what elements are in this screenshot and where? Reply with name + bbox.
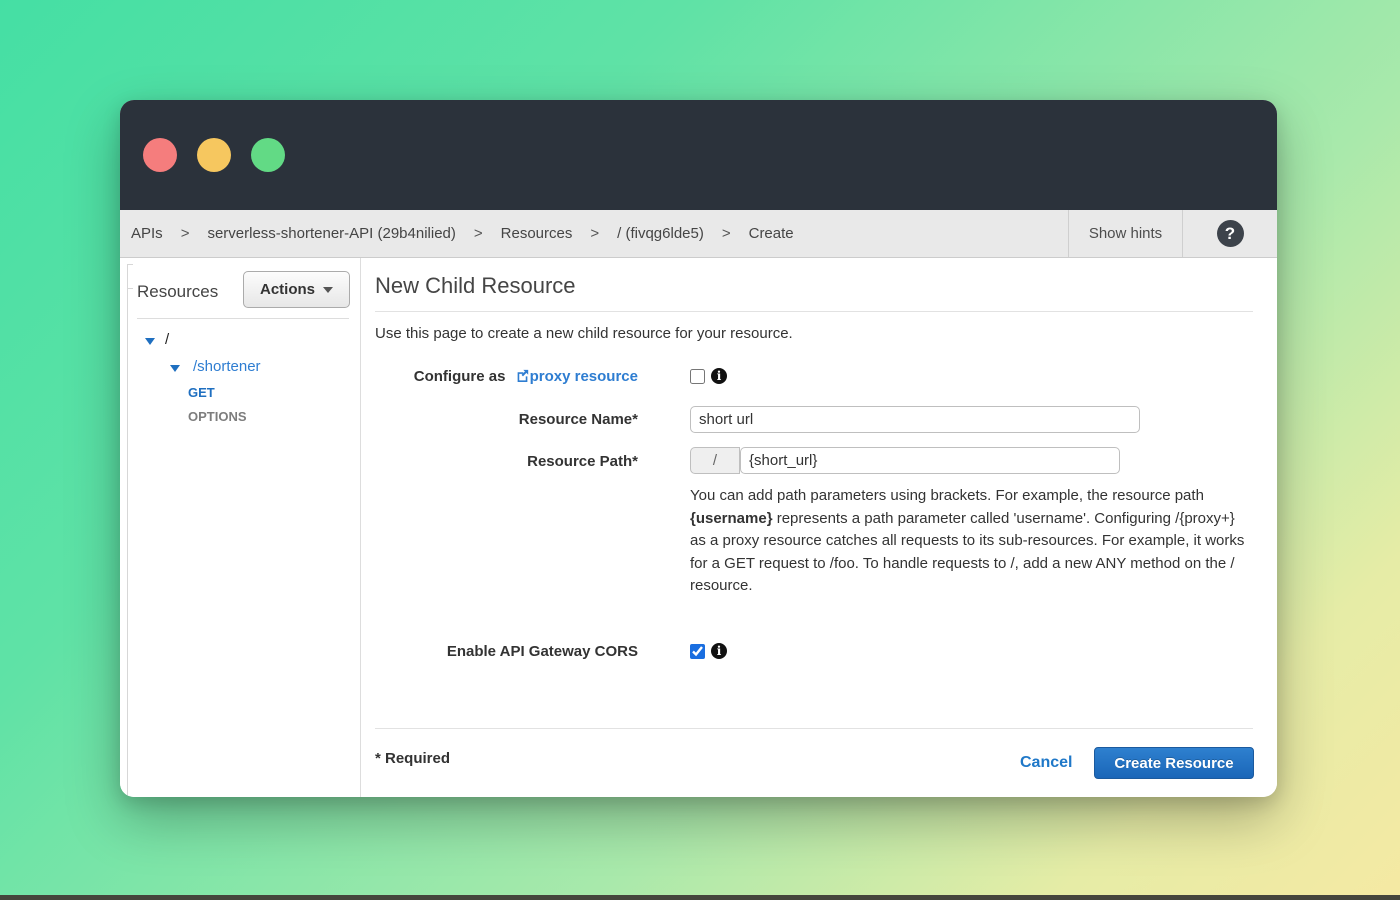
path-help-part1: You can add path parameters using bracke… (690, 487, 1204, 504)
new-child-resource-pane: New Child Resource Use this page to crea… (361, 258, 1277, 797)
traffic-lights (143, 138, 285, 172)
proxy-resource-link[interactable]: proxy resource (530, 368, 638, 385)
close-window-button[interactable] (143, 138, 177, 172)
resources-sidebar: Resources Actions / /shortener GET OPTIO… (120, 258, 361, 797)
breadcrumb-item-api-name[interactable]: serverless-shortener-API (29b4nilied) (207, 225, 455, 242)
path-help-text: You can add path parameters using bracke… (690, 485, 1246, 598)
page-title: New Child Resource (375, 273, 576, 299)
path-help-bold: {username} (690, 510, 773, 527)
breadcrumb-item-resource-path[interactable]: / (fivqg6lde5) (617, 225, 704, 242)
show-hints-button[interactable]: Show hints (1068, 210, 1182, 257)
minimize-window-button[interactable] (197, 138, 231, 172)
sidebar-title: Resources (137, 282, 218, 302)
path-help-part2: represents a path parameter called 'user… (690, 510, 1244, 595)
zoom-window-button[interactable] (251, 138, 285, 172)
title-divider (375, 311, 1253, 312)
breadcrumb-item-create: Create (749, 225, 794, 242)
tree-collapse-icon-root[interactable] (145, 338, 155, 345)
breadcrumb-separator: > (590, 225, 599, 242)
tree-item-options-method[interactable]: OPTIONS (188, 409, 247, 424)
resource-path-label: Resource Path* (375, 453, 638, 470)
sidebar-divider (137, 318, 349, 319)
configure-as-text: Configure as (414, 368, 506, 385)
window-titlebar (120, 100, 1277, 210)
breadcrumb: APIs > serverless-shortener-API (29b4nil… (120, 210, 1068, 257)
help-icon[interactable]: ? (1217, 220, 1244, 247)
cors-checkbox[interactable] (690, 644, 705, 659)
browser-window: APIs > serverless-shortener-API (29b4nil… (120, 100, 1277, 797)
actions-dropdown-button[interactable]: Actions (243, 271, 350, 308)
resource-path-prefix: / (690, 447, 740, 474)
footer-divider (375, 728, 1253, 729)
cors-label: Enable API Gateway CORS (375, 643, 638, 660)
proxy-info-icon[interactable]: i (711, 368, 727, 384)
resource-path-input[interactable] (740, 447, 1120, 474)
tree-item-get-method[interactable]: GET (188, 385, 215, 400)
help-section: ? (1182, 210, 1277, 257)
panel-edge-line (127, 264, 133, 797)
resource-name-label: Resource Name* (375, 411, 638, 428)
page-description: Use this page to create a new child reso… (375, 325, 793, 342)
cors-info-icon[interactable]: i (711, 643, 727, 659)
external-link-icon[interactable] (516, 369, 529, 386)
resource-name-input[interactable] (690, 406, 1140, 433)
tree-item-root-resource[interactable]: / (165, 331, 169, 348)
breadcrumb-separator: > (722, 225, 731, 242)
configure-as-label: Configure as proxy resource (375, 368, 638, 386)
breadcrumb-separator: > (474, 225, 483, 242)
tree-collapse-icon-shortener[interactable] (170, 365, 180, 372)
caret-down-icon (323, 287, 333, 293)
breadcrumb-item-resources[interactable]: Resources (501, 225, 573, 242)
console-content: Resources Actions / /shortener GET OPTIO… (120, 258, 1277, 797)
create-resource-button[interactable]: Create Resource (1094, 747, 1254, 779)
breadcrumb-bar: APIs > serverless-shortener-API (29b4nil… (120, 210, 1277, 258)
required-note: * Required (375, 750, 450, 767)
cancel-button[interactable]: Cancel (1020, 754, 1072, 772)
tree-item-shortener-resource[interactable]: /shortener (193, 358, 261, 375)
breadcrumb-item-apis[interactable]: APIs (131, 225, 163, 242)
actions-button-label: Actions (260, 281, 315, 298)
show-hints-label: Show hints (1089, 225, 1162, 242)
configure-proxy-checkbox[interactable] (690, 369, 705, 384)
screen-bottom-strip (0, 895, 1400, 900)
breadcrumb-separator: > (181, 225, 190, 242)
